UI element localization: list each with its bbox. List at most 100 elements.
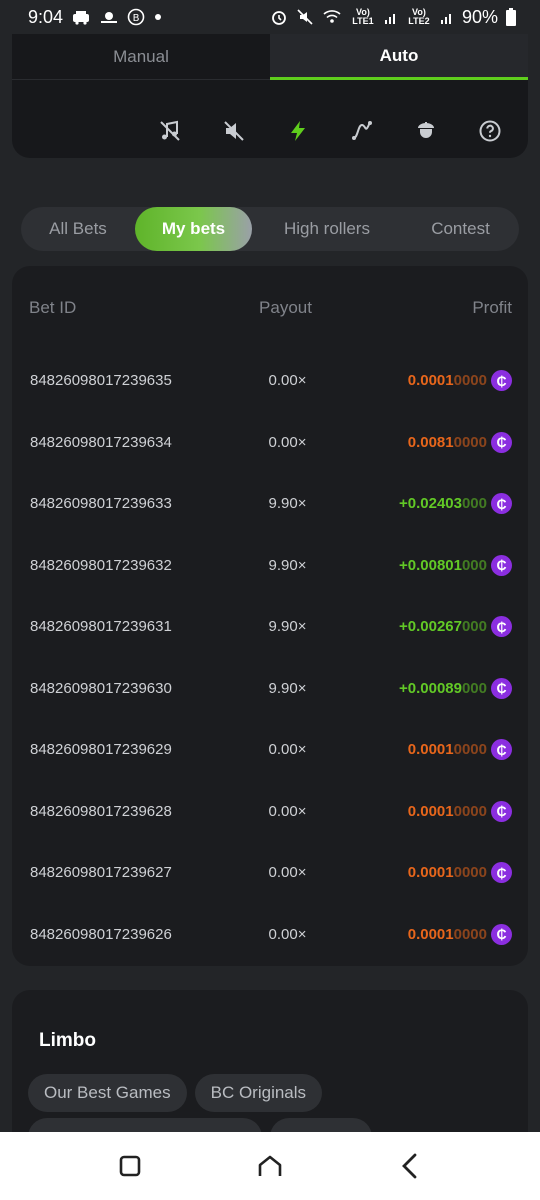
profit-trailing: 000 bbox=[461, 495, 487, 513]
table-row[interactable]: 84826098017239629 0.00× 0.00010000 ₵ bbox=[12, 719, 528, 781]
bet-tabs: All Bets My bets High rollers Contest bbox=[21, 207, 519, 251]
notification-b-icon: B bbox=[127, 8, 145, 26]
table-row[interactable]: 84826098017239632 9.90× +0.00801000 ₵ bbox=[12, 535, 528, 597]
notification-dot-icon bbox=[153, 12, 163, 22]
profit-amount: 0.00010000 bbox=[408, 372, 487, 389]
battery-label: 90% bbox=[461, 6, 498, 27]
bet-id-cell: 84826098017239634 bbox=[30, 433, 172, 451]
help-icon[interactable] bbox=[478, 119, 502, 143]
header-payout: Payout bbox=[259, 298, 312, 317]
profit-cell: 0.00810000 ₵ bbox=[340, 431, 512, 453]
status-bar: 9:04 B Vo) LTE1 Vo) LTE2 90% bbox=[0, 0, 540, 34]
recents-button[interactable] bbox=[110, 1146, 150, 1186]
system-nav-bar bbox=[0, 1132, 540, 1200]
network-1-label: Vo) LTE1 bbox=[352, 7, 374, 26]
coin-icon: ₵ bbox=[491, 431, 512, 453]
curve-icon[interactable] bbox=[350, 119, 374, 143]
profit-amount: 0.00010000 bbox=[408, 741, 487, 758]
alarm-icon bbox=[270, 8, 288, 26]
profit-cell: +0.00267000 ₵ bbox=[340, 616, 512, 638]
home-icon bbox=[258, 1155, 282, 1176]
recents-icon bbox=[119, 1155, 141, 1177]
home-button[interactable] bbox=[250, 1146, 290, 1186]
bet-id-cell: 84826098017239633 bbox=[30, 495, 172, 513]
profit-significant: 0.0001 bbox=[407, 741, 454, 759]
profit-significant: 0.0001 bbox=[407, 802, 454, 820]
profit-amount: +0.00089000 bbox=[399, 680, 487, 697]
payout-cell: 9.90× bbox=[268, 679, 307, 697]
profit-trailing: 0000 bbox=[453, 433, 487, 451]
sound-off-icon[interactable] bbox=[222, 119, 246, 143]
coin-icon: ₵ bbox=[491, 554, 512, 576]
header-profit: Profit bbox=[472, 298, 512, 317]
table-row[interactable]: 84826098017239634 0.00× 0.00810000 ₵ bbox=[12, 412, 528, 474]
coin-icon: ₵ bbox=[491, 923, 512, 945]
lightning-icon[interactable] bbox=[286, 119, 310, 143]
battery-icon bbox=[506, 8, 516, 26]
profit-cell: 0.00010000 ₵ bbox=[340, 923, 512, 945]
acorn-icon[interactable] bbox=[414, 119, 438, 143]
profit-amount: 0.00010000 bbox=[408, 926, 487, 943]
tab-my-bets[interactable]: My bets bbox=[135, 207, 252, 251]
profit-amount: 0.00010000 bbox=[408, 864, 487, 881]
tab-contest[interactable]: Contest bbox=[402, 207, 519, 251]
profit-cell: 0.00010000 ₵ bbox=[340, 800, 512, 822]
bet-id-cell: 84826098017239630 bbox=[30, 679, 172, 697]
profit-trailing: 000 bbox=[461, 618, 487, 636]
tab-manual[interactable]: Manual bbox=[12, 34, 270, 80]
table-row[interactable]: 84826098017239633 9.90× +0.02403000 ₵ bbox=[12, 473, 528, 535]
mute-icon bbox=[296, 8, 314, 26]
bet-id-cell: 84826098017239629 bbox=[30, 741, 172, 759]
table-row[interactable]: 84826098017239635 0.00× 0.00010000 ₵ bbox=[12, 350, 528, 412]
profit-significant: +0.00089 bbox=[398, 679, 462, 697]
svg-text:B: B bbox=[133, 13, 140, 24]
profit-significant: +0.00801 bbox=[398, 556, 462, 574]
payout-cell: 0.00× bbox=[268, 433, 307, 451]
coin-icon: ₵ bbox=[491, 739, 512, 761]
tab-auto[interactable]: Auto bbox=[270, 34, 528, 80]
coin-icon: ₵ bbox=[491, 800, 512, 822]
music-off-icon[interactable] bbox=[158, 119, 182, 143]
payout-cell: 0.00× bbox=[268, 802, 307, 820]
notification-car-icon bbox=[71, 9, 91, 25]
game-control-panel: Manual Auto bbox=[12, 34, 528, 158]
profit-significant: 0.0001 bbox=[407, 925, 454, 943]
profit-significant: 0.0001 bbox=[407, 372, 454, 390]
chip-bc-originals[interactable]: BC Originals bbox=[194, 1074, 323, 1112]
notification-weather-icon bbox=[99, 9, 119, 25]
table-row[interactable]: 84826098017239627 0.00× 0.00010000 ₵ bbox=[12, 842, 528, 904]
profit-cell: +0.02403000 ₵ bbox=[340, 493, 512, 515]
table-row[interactable]: 84826098017239626 0.00× 0.00010000 ₵ bbox=[12, 904, 528, 966]
profit-cell: 0.00010000 ₵ bbox=[340, 739, 512, 761]
bet-id-cell: 84826098017239631 bbox=[30, 618, 172, 636]
table-row[interactable]: 84826098017239628 0.00× 0.00010000 ₵ bbox=[12, 781, 528, 843]
tool-row bbox=[12, 80, 528, 158]
profit-significant: 0.0081 bbox=[407, 433, 454, 451]
profit-trailing: 0000 bbox=[453, 372, 487, 390]
profit-trailing: 0000 bbox=[453, 802, 487, 820]
tab-high-rollers[interactable]: High rollers bbox=[252, 207, 402, 251]
payout-cell: 0.00× bbox=[268, 864, 307, 882]
profit-amount: +0.00267000 bbox=[399, 618, 487, 635]
coin-icon: ₵ bbox=[491, 677, 512, 699]
profit-cell: +0.00089000 ₵ bbox=[340, 677, 512, 699]
coin-icon: ₵ bbox=[491, 862, 512, 884]
back-button[interactable] bbox=[390, 1146, 430, 1186]
signal-1-icon bbox=[384, 10, 398, 24]
profit-amount: +0.00801000 bbox=[399, 557, 487, 574]
table-header: Bet ID Payout Profit bbox=[12, 266, 528, 350]
table-row[interactable]: 84826098017239630 9.90× +0.00089000 ₵ bbox=[12, 658, 528, 720]
profit-cell: +0.00801000 ₵ bbox=[340, 554, 512, 576]
bet-id-cell: 84826098017239626 bbox=[30, 925, 172, 943]
bets-table: Bet ID Payout Profit 84826098017239635 0.… bbox=[12, 266, 528, 966]
tab-all-bets[interactable]: All Bets bbox=[21, 207, 135, 251]
table-row[interactable]: 84826098017239631 9.90× +0.00267000 ₵ bbox=[12, 596, 528, 658]
network-2-label: Vo) LTE2 bbox=[408, 7, 430, 26]
profit-trailing: 0000 bbox=[453, 864, 487, 882]
profit-significant: +0.00267 bbox=[398, 618, 462, 636]
chip-our-best-games[interactable]: Our Best Games bbox=[28, 1074, 187, 1112]
limbo-section: Limbo Our Best Games BC Originals bbox=[12, 990, 528, 1156]
wifi-icon bbox=[322, 9, 342, 25]
profit-amount: 0.00810000 bbox=[408, 434, 487, 451]
status-left: 9:04 B bbox=[28, 7, 163, 28]
